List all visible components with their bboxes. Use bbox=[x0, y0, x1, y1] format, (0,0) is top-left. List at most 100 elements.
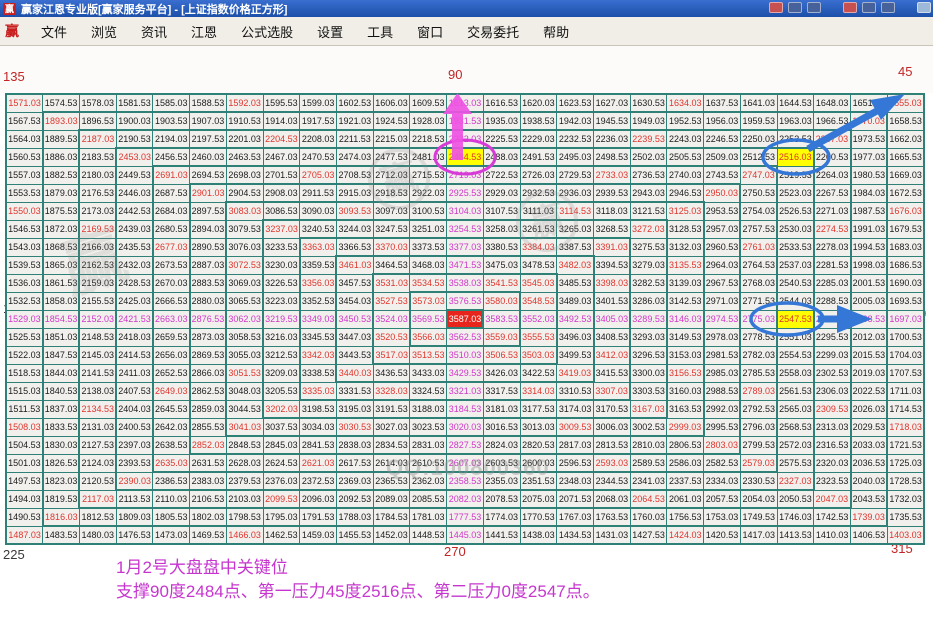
grid-cell[interactable]: 3240.53 bbox=[300, 220, 337, 238]
menu-item-browse[interactable]: 浏览 bbox=[79, 18, 129, 45]
grid-cell[interactable]: 3195.03 bbox=[336, 400, 373, 418]
grid-cell[interactable]: 2033.03 bbox=[851, 436, 888, 454]
grid-cell[interactable]: 1931.53 bbox=[447, 112, 484, 130]
grid-cell[interactable]: 2869.53 bbox=[190, 346, 227, 364]
grid-cell[interactable]: 2292.03 bbox=[814, 310, 851, 328]
grid-cell[interactable]: 3531.03 bbox=[373, 274, 410, 292]
grid-cell[interactable]: 2306.03 bbox=[814, 382, 851, 400]
grid-cell[interactable]: 3160.03 bbox=[667, 382, 704, 400]
grid-cell[interactable]: 1662.03 bbox=[887, 130, 924, 148]
grid-cell[interactable]: 2435.53 bbox=[116, 238, 153, 256]
grid-cell[interactable]: 3489.03 bbox=[557, 292, 594, 310]
grid-cell[interactable]: 3177.53 bbox=[520, 400, 557, 418]
grid-cell[interactable]: 3212.53 bbox=[263, 346, 300, 364]
grid-cell[interactable]: 3429.53 bbox=[447, 364, 484, 382]
grid-cell[interactable]: 1644.53 bbox=[777, 94, 814, 112]
grid-cell[interactable]: 2159.03 bbox=[79, 274, 116, 292]
grid-cell[interactable]: 1714.53 bbox=[887, 400, 924, 418]
grid-cell[interactable]: 3244.03 bbox=[336, 220, 373, 238]
grid-cell[interactable]: 2166.03 bbox=[79, 238, 116, 256]
grid-cell[interactable]: 2481.03 bbox=[410, 148, 447, 166]
grid-cell[interactable]: 1945.53 bbox=[594, 112, 631, 130]
grid-cell[interactable]: 3328.03 bbox=[373, 382, 410, 400]
grid-cell[interactable]: 2824.03 bbox=[483, 436, 520, 454]
grid-cell[interactable]: 2939.53 bbox=[594, 184, 631, 202]
grid-cell[interactable]: 2470.53 bbox=[300, 148, 337, 166]
grid-cell[interactable]: 1630.53 bbox=[630, 94, 667, 112]
grid-cell[interactable]: 2113.53 bbox=[116, 490, 153, 508]
grid-cell[interactable]: 1935.03 bbox=[483, 112, 520, 130]
grid-cell[interactable]: 2498.53 bbox=[594, 148, 631, 166]
grid-cell[interactable]: 3048.03 bbox=[226, 382, 263, 400]
grid-cell[interactable]: 2932.53 bbox=[520, 184, 557, 202]
grid-cell[interactable]: 1504.53 bbox=[6, 436, 43, 454]
grid-cell[interactable]: 3107.53 bbox=[483, 202, 520, 220]
grid-cell[interactable]: 1718.03 bbox=[887, 418, 924, 436]
grid-cell[interactable]: 3135.53 bbox=[667, 256, 704, 274]
grid-cell[interactable]: 1875.53 bbox=[43, 202, 80, 220]
grid-cell[interactable]: 1466.03 bbox=[226, 526, 263, 544]
grid-cell[interactable]: 2936.03 bbox=[557, 184, 594, 202]
grid-cell[interactable]: 1560.53 bbox=[6, 148, 43, 166]
grid-cell[interactable]: 1987.53 bbox=[851, 202, 888, 220]
grid-cell[interactable]: 2446.03 bbox=[116, 184, 153, 202]
grid-cell[interactable]: 3062.03 bbox=[226, 310, 263, 328]
grid-cell[interactable]: 3569.53 bbox=[410, 310, 447, 328]
grid-cell[interactable]: 2733.03 bbox=[594, 166, 631, 184]
grid-cell[interactable]: 1515.03 bbox=[6, 382, 43, 400]
grid-cell[interactable]: 3251.03 bbox=[410, 220, 447, 238]
grid-cell[interactable]: 1648.03 bbox=[814, 94, 851, 112]
grid-cell[interactable]: 3030.53 bbox=[336, 418, 373, 436]
grid-cell[interactable]: 3044.53 bbox=[226, 400, 263, 418]
grid-cell[interactable]: 1725.03 bbox=[887, 454, 924, 472]
grid-cell[interactable]: 1917.53 bbox=[300, 112, 337, 130]
grid-cell[interactable]: 2838.03 bbox=[336, 436, 373, 454]
grid-cell[interactable]: 1928.03 bbox=[410, 112, 447, 130]
grid-cell[interactable]: 2061.03 bbox=[667, 490, 704, 508]
grid-cell[interactable]: 2799.53 bbox=[740, 436, 777, 454]
grid-cell[interactable]: 3384.03 bbox=[520, 238, 557, 256]
grid-cell[interactable]: 2495.03 bbox=[557, 148, 594, 166]
window-control-icon[interactable] bbox=[843, 2, 857, 13]
grid-cell[interactable]: 3324.53 bbox=[410, 382, 447, 400]
pressure-0-cell[interactable]: 2547.53 bbox=[777, 310, 814, 328]
grid-cell[interactable]: 3027.03 bbox=[373, 418, 410, 436]
grid-cell[interactable]: 2257.03 bbox=[814, 130, 851, 148]
grid-cell[interactable]: 1613.03 bbox=[447, 94, 484, 112]
grid-cell[interactable]: 3457.53 bbox=[336, 274, 373, 292]
grid-cell[interactable]: 3517.03 bbox=[373, 346, 410, 364]
grid-cell[interactable]: 2442.53 bbox=[116, 202, 153, 220]
grid-cell[interactable]: 2740.03 bbox=[667, 166, 704, 184]
grid-cell[interactable]: 1578.03 bbox=[79, 94, 116, 112]
grid-cell[interactable]: 2957.03 bbox=[704, 220, 741, 238]
grid-cell[interactable]: 2841.53 bbox=[300, 436, 337, 454]
grid-cell[interactable]: 3352.53 bbox=[300, 292, 337, 310]
grid-cell[interactable]: 1417.03 bbox=[740, 526, 777, 544]
grid-cell[interactable]: 2946.53 bbox=[667, 184, 704, 202]
grid-cell[interactable]: 2544.03 bbox=[777, 292, 814, 310]
grid-cell[interactable]: 2684.03 bbox=[153, 202, 190, 220]
grid-cell[interactable]: 3555.53 bbox=[520, 328, 557, 346]
grid-cell[interactable]: 3268.53 bbox=[594, 220, 631, 238]
grid-cell[interactable]: 2827.53 bbox=[447, 436, 484, 454]
grid-cell[interactable]: 2106.53 bbox=[190, 490, 227, 508]
grid-cell[interactable]: 3335.03 bbox=[300, 382, 337, 400]
grid-cell[interactable]: 2607.03 bbox=[447, 454, 484, 472]
grid-cell[interactable]: 1434.53 bbox=[557, 526, 594, 544]
grid-cell[interactable]: 2670.03 bbox=[153, 274, 190, 292]
grid-cell[interactable]: 3132.03 bbox=[667, 238, 704, 256]
grid-cell[interactable]: 3359.53 bbox=[300, 256, 337, 274]
grid-cell[interactable]: 2526.53 bbox=[777, 202, 814, 220]
grid-cell[interactable]: 2757.53 bbox=[740, 220, 777, 238]
grid-cell[interactable]: 2201.03 bbox=[226, 130, 263, 148]
grid-cell[interactable]: 3363.03 bbox=[300, 238, 337, 256]
grid-cell[interactable]: 2043.53 bbox=[851, 490, 888, 508]
grid-cell[interactable]: 3475.03 bbox=[483, 256, 520, 274]
grid-cell[interactable]: 3265.03 bbox=[557, 220, 594, 238]
grid-cell[interactable]: 1525.53 bbox=[6, 328, 43, 346]
grid-cell[interactable]: 2904.53 bbox=[226, 184, 263, 202]
grid-cell[interactable]: 3282.53 bbox=[630, 274, 667, 292]
grid-cell[interactable]: 1753.03 bbox=[704, 508, 741, 526]
grid-cell[interactable]: 2512.53 bbox=[740, 148, 777, 166]
grid-cell[interactable]: 2418.03 bbox=[116, 328, 153, 346]
